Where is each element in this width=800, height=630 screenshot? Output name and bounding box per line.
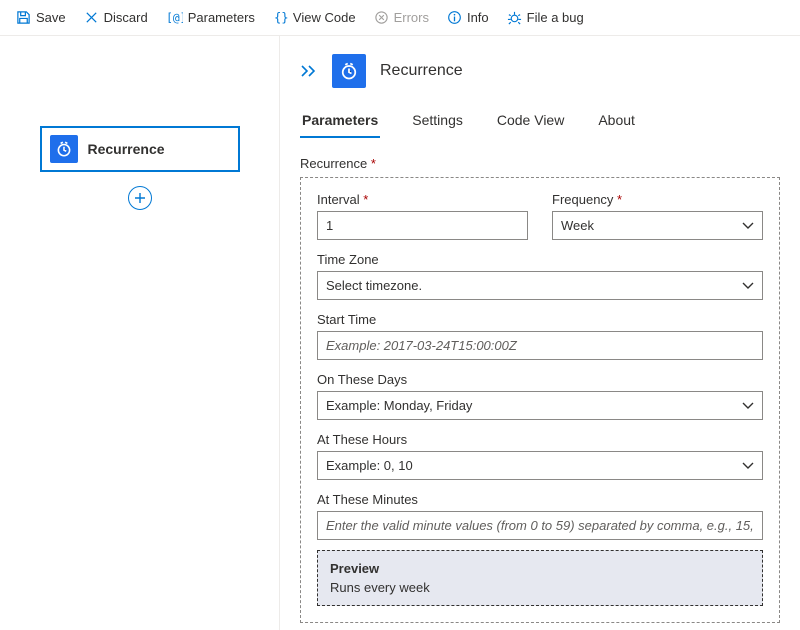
save-icon [16, 10, 31, 25]
interval-input[interactable] [317, 211, 528, 240]
preview-box: Preview Runs every week [317, 550, 763, 606]
recurrence-node[interactable]: Recurrence [40, 126, 240, 172]
errors-button: Errors [366, 6, 437, 29]
recurrence-section-label: Recurrence * [300, 156, 780, 171]
discard-label: Discard [104, 10, 148, 25]
tab-about[interactable]: About [596, 106, 637, 138]
properties-pane: Recurrence Parameters Settings Code View… [280, 36, 800, 630]
main-area: Recurrence Recurrence Parameters Setting… [0, 36, 800, 630]
bug-icon [507, 10, 522, 25]
timezone-select[interactable]: Select timezone. [317, 271, 763, 300]
required-indicator: * [371, 156, 376, 171]
on-days-label: On These Days [317, 372, 763, 387]
preview-text: Runs every week [330, 580, 750, 595]
collapse-button[interactable] [300, 64, 318, 78]
start-time-label: Start Time [317, 312, 763, 327]
clock-icon [50, 135, 78, 163]
discard-button[interactable]: Discard [76, 6, 156, 29]
parameters-label: Parameters [188, 10, 255, 25]
chevron-down-icon [742, 398, 754, 413]
chevron-right-double-icon [300, 64, 318, 78]
file-bug-label: File a bug [527, 10, 584, 25]
node-title: Recurrence [88, 141, 165, 157]
plus-icon [134, 192, 146, 204]
start-time-input[interactable] [317, 331, 763, 360]
tab-code-view[interactable]: Code View [495, 106, 566, 138]
info-button[interactable]: Info [439, 6, 497, 29]
info-label: Info [467, 10, 489, 25]
parameters-icon: [@] [166, 10, 183, 25]
timezone-label: Time Zone [317, 252, 763, 267]
save-button[interactable]: Save [8, 6, 74, 29]
on-days-select[interactable]: Example: Monday, Friday [317, 391, 763, 420]
svg-text:[@]: [@] [166, 11, 183, 24]
chevron-down-icon [742, 458, 754, 473]
preview-title: Preview [330, 561, 750, 576]
at-minutes-label: At These Minutes [317, 492, 763, 507]
canvas-pane: Recurrence [0, 36, 280, 630]
add-step-button[interactable] [128, 186, 152, 210]
tab-parameters[interactable]: Parameters [300, 106, 380, 138]
at-hours-label: At These Hours [317, 432, 763, 447]
svg-text:{}: {} [274, 10, 288, 24]
errors-label: Errors [394, 10, 429, 25]
view-code-label: View Code [293, 10, 356, 25]
frequency-label: Frequency * [552, 192, 763, 207]
chevron-down-icon [742, 278, 754, 293]
tab-bar: Parameters Settings Code View About [300, 106, 780, 138]
at-hours-select[interactable]: Example: 0, 10 [317, 451, 763, 480]
interval-label: Interval * [317, 192, 528, 207]
chevron-down-icon [742, 218, 754, 233]
frequency-select[interactable]: Week [552, 211, 763, 240]
file-bug-button[interactable]: File a bug [499, 6, 592, 29]
braces-icon: {} [273, 10, 288, 25]
info-icon [447, 10, 462, 25]
panel-title: Recurrence [380, 62, 463, 80]
panel-header: Recurrence [300, 54, 780, 88]
save-label: Save [36, 10, 66, 25]
close-icon [84, 10, 99, 25]
toolbar: Save Discard [@] Parameters {} View Code… [0, 0, 800, 36]
error-icon [374, 10, 389, 25]
parameters-button[interactable]: [@] Parameters [158, 6, 263, 29]
view-code-button[interactable]: {} View Code [265, 6, 364, 29]
tab-settings[interactable]: Settings [410, 106, 465, 138]
recurrence-form: Interval * Frequency * Week Time Zone [300, 177, 780, 623]
at-minutes-input[interactable] [317, 511, 763, 540]
clock-icon [332, 54, 366, 88]
